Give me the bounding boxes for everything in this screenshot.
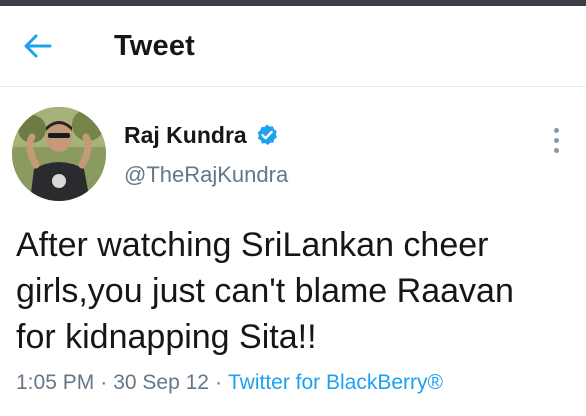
meta-separator: ·	[214, 371, 222, 394]
page-title: Tweet	[114, 30, 196, 62]
tweet-text: After watching SriLankan cheer girls,you…	[16, 226, 514, 356]
more-dot	[553, 127, 559, 133]
more-dot	[553, 137, 559, 143]
author-handle[interactable]: @TheRajKundra	[124, 160, 288, 190]
tweet-meta: 1:05 PM · 30 Sep 12 · Twitter for BlackBerry…	[16, 369, 443, 397]
avatar[interactable]	[12, 107, 106, 201]
more-dot	[553, 147, 559, 153]
avatar-photo	[12, 107, 106, 201]
back-button[interactable]	[18, 28, 58, 64]
more-vertical-icon[interactable]	[544, 122, 568, 158]
tweet-time: 1:05 PM	[16, 371, 95, 394]
app-header: Tweet	[0, 6, 586, 86]
verified-badge-icon	[257, 124, 277, 145]
tweet-date: 30 Sep 12	[113, 371, 209, 394]
author-name: Raj Kundra	[124, 122, 247, 148]
arrow-left-icon	[24, 34, 52, 58]
header-divider	[0, 86, 586, 87]
tweet-source-link[interactable]: Twitter for BlackBerry®	[228, 371, 443, 394]
meta-separator: ·	[100, 371, 108, 394]
author-name-row[interactable]: Raj Kundra	[124, 120, 279, 150]
